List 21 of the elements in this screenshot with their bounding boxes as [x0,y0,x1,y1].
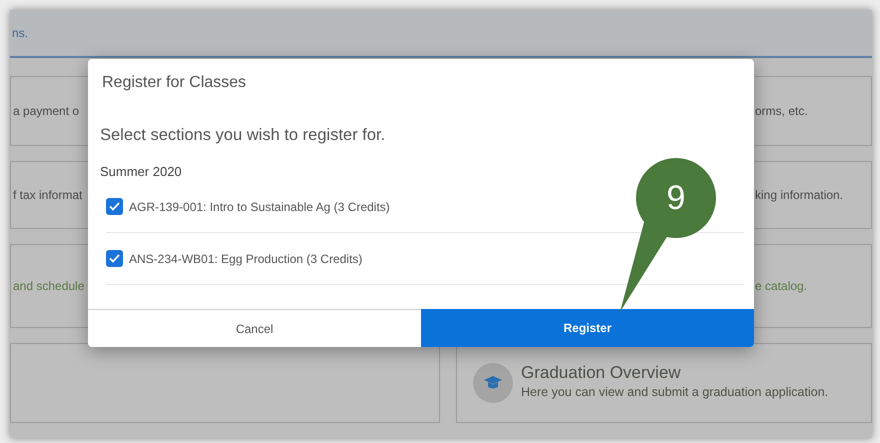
section-label: ANS-234-WB01: Egg Production (3 Credits) [129,250,362,268]
cancel-button[interactable]: Cancel [88,309,421,347]
graduation-cap-icon [473,363,513,403]
card-link[interactable]: and schedule [13,277,84,295]
card-link[interactable]: e catalog. [755,277,808,295]
register-button[interactable]: Register [421,309,754,347]
card-title: Graduation Overview [521,364,682,383]
card-description: Here you can view and submit a graduation application. [521,384,828,401]
checkbox[interactable] [106,250,123,268]
card-text: orms, etc. [755,103,808,120]
card-text: f tax informat [13,187,82,204]
dialog-title: Register for Classes [101,73,248,93]
term-heading: Summer 2020 [99,162,183,181]
checkbox[interactable] [106,198,123,216]
card-text: a payment o [13,103,80,120]
instruction-text: Select sections you wish to register for. [99,125,386,146]
banner-text: ns. [12,25,28,42]
card-text: king information. [755,187,844,204]
section-label: AGR-139-001: Intro to Sustainable Ag (3 Credits) [129,198,390,216]
checkmark-icon [109,254,120,264]
checkmark-icon [109,202,120,212]
